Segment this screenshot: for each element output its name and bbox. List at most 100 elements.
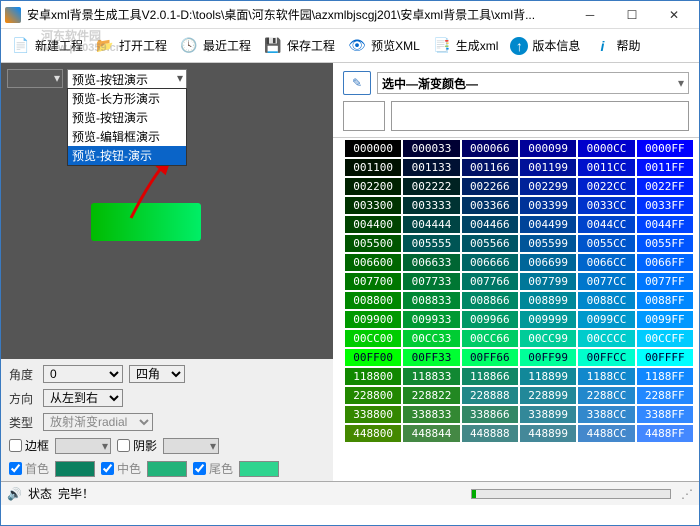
color2-box[interactable]	[147, 461, 187, 477]
palette-cell[interactable]: 005500	[345, 235, 401, 252]
color1-box[interactable]	[55, 461, 95, 477]
palette-cell[interactable]: 00FF33	[403, 349, 459, 366]
palette-cell[interactable]: 0033FF	[637, 197, 693, 214]
palette-cell[interactable]: 4488FF	[637, 425, 693, 442]
palette-cell[interactable]: 004466	[462, 216, 518, 233]
maximize-button[interactable]: ☐	[611, 1, 653, 29]
palette-cell[interactable]: 0022FF	[637, 178, 693, 195]
combo-item[interactable]: 预览-按钮演示	[68, 108, 186, 127]
palette-cell[interactable]: 001100	[345, 159, 401, 176]
palette-cell[interactable]: 0088FF	[637, 292, 693, 309]
palette-cell[interactable]: 0077CC	[578, 273, 634, 290]
palette-cell[interactable]: 003333	[403, 197, 459, 214]
palette-cell[interactable]: 0000CC	[578, 140, 634, 157]
open-project-button[interactable]: 📂打开工程	[91, 33, 171, 59]
palette-cell[interactable]: 000000	[345, 140, 401, 157]
palette-cell[interactable]: 00CC99	[520, 330, 576, 347]
palette-cell[interactable]: 005599	[520, 235, 576, 252]
palette-cell[interactable]: 118866	[462, 368, 518, 385]
palette-cell[interactable]: 00CC00	[345, 330, 401, 347]
color2-checkbox[interactable]: 中色	[101, 460, 141, 477]
palette-cell[interactable]: 0000FF	[637, 140, 693, 157]
palette-cell[interactable]: 002299	[520, 178, 576, 195]
color3-box[interactable]	[239, 461, 279, 477]
palette-cell[interactable]: 448800	[345, 425, 401, 442]
combo-item[interactable]: 预览-长方形演示	[68, 89, 186, 108]
palette-cell[interactable]: 000066	[462, 140, 518, 157]
palette-cell[interactable]: 006699	[520, 254, 576, 271]
palette-cell[interactable]: 001199	[520, 159, 576, 176]
palette-cell[interactable]: 008899	[520, 292, 576, 309]
close-button[interactable]: ✕	[653, 1, 695, 29]
generate-xml-button[interactable]: 📑生成xml	[428, 33, 503, 59]
eyedropper-button[interactable]: ✎	[343, 71, 371, 95]
palette-cell[interactable]: 003399	[520, 197, 576, 214]
palette-cell[interactable]: 00CC66	[462, 330, 518, 347]
palette-cell[interactable]: 0077FF	[637, 273, 693, 290]
save-project-button[interactable]: 💾保存工程	[259, 33, 339, 59]
palette-cell[interactable]: 0066CC	[578, 254, 634, 271]
palette-cell[interactable]: 003366	[462, 197, 518, 214]
gradient-select[interactable]: 选中—渐变颜色—▾	[377, 72, 689, 94]
shadow-color[interactable]: ▾	[163, 438, 219, 454]
palette-cell[interactable]: 0055CC	[578, 235, 634, 252]
palette-cell[interactable]: 009933	[403, 311, 459, 328]
palette-cell[interactable]: 338866	[462, 406, 518, 423]
palette-cell[interactable]: 00FFFF	[637, 349, 693, 366]
new-project-button[interactable]: 📄新建工程	[7, 33, 87, 59]
palette-cell[interactable]: 118800	[345, 368, 401, 385]
palette-cell[interactable]: 007700	[345, 273, 401, 290]
border-color[interactable]: ▾	[55, 438, 111, 454]
color-dropdown[interactable]: ▾	[7, 69, 63, 88]
palette-cell[interactable]: 338800	[345, 406, 401, 423]
palette-cell[interactable]: 004400	[345, 216, 401, 233]
palette-cell[interactable]: 1188CC	[578, 368, 634, 385]
palette-cell[interactable]: 0011FF	[637, 159, 693, 176]
palette-cell[interactable]: 118833	[403, 368, 459, 385]
palette-cell[interactable]: 004499	[520, 216, 576, 233]
palette-cell[interactable]: 3388CC	[578, 406, 634, 423]
palette-cell[interactable]: 338833	[403, 406, 459, 423]
palette-cell[interactable]: 001166	[462, 159, 518, 176]
palette-cell[interactable]: 228899	[520, 387, 576, 404]
palette-cell[interactable]: 228822	[403, 387, 459, 404]
palette-cell[interactable]: 009999	[520, 311, 576, 328]
palette-cell[interactable]: 001133	[403, 159, 459, 176]
border-checkbox[interactable]: 边框	[9, 437, 49, 454]
palette-cell[interactable]: 2288CC	[578, 387, 634, 404]
palette-cell[interactable]: 338899	[520, 406, 576, 423]
palette-cell[interactable]: 00CCFF	[637, 330, 693, 347]
palette-cell[interactable]: 006600	[345, 254, 401, 271]
preview-xml-button[interactable]: 👁预览XML	[343, 33, 424, 59]
recent-project-button[interactable]: 🕓最近工程	[175, 33, 255, 59]
palette-cell[interactable]: 00FF66	[462, 349, 518, 366]
preview-combo-selected[interactable]: 预览-按钮演示	[68, 70, 186, 88]
palette-cell[interactable]: 4488CC	[578, 425, 634, 442]
palette-cell[interactable]: 002200	[345, 178, 401, 195]
palette-cell[interactable]: 006633	[403, 254, 459, 271]
version-button[interactable]: ↑版本信息	[506, 34, 584, 58]
palette-cell[interactable]: 00CCCC	[578, 330, 634, 347]
palette-cell[interactable]: 228888	[462, 387, 518, 404]
palette-cell[interactable]: 448899	[520, 425, 576, 442]
palette-cell[interactable]: 0022CC	[578, 178, 634, 195]
palette-cell[interactable]: 008833	[403, 292, 459, 309]
combo-item[interactable]: 预览-按钮-演示	[68, 146, 186, 165]
palette-cell[interactable]: 000033	[403, 140, 459, 157]
type-select[interactable]: 放射渐变radial	[43, 413, 153, 431]
palette-cell[interactable]: 0044FF	[637, 216, 693, 233]
palette-cell[interactable]: 00FF00	[345, 349, 401, 366]
palette-cell[interactable]: 3388FF	[637, 406, 693, 423]
resize-grip-icon[interactable]: ⋰	[681, 487, 693, 501]
palette-cell[interactable]: 008800	[345, 292, 401, 309]
sound-icon[interactable]: 🔊	[7, 487, 22, 501]
palette-cell[interactable]: 008866	[462, 292, 518, 309]
palette-cell[interactable]: 003300	[345, 197, 401, 214]
palette-cell[interactable]: 00CC33	[403, 330, 459, 347]
palette-cell[interactable]: 005555	[403, 235, 459, 252]
palette-cell[interactable]: 005566	[462, 235, 518, 252]
palette-cell[interactable]: 0033CC	[578, 197, 634, 214]
palette-cell[interactable]: 0099CC	[578, 311, 634, 328]
palette-cell[interactable]: 006666	[462, 254, 518, 271]
palette-cell[interactable]: 000099	[520, 140, 576, 157]
